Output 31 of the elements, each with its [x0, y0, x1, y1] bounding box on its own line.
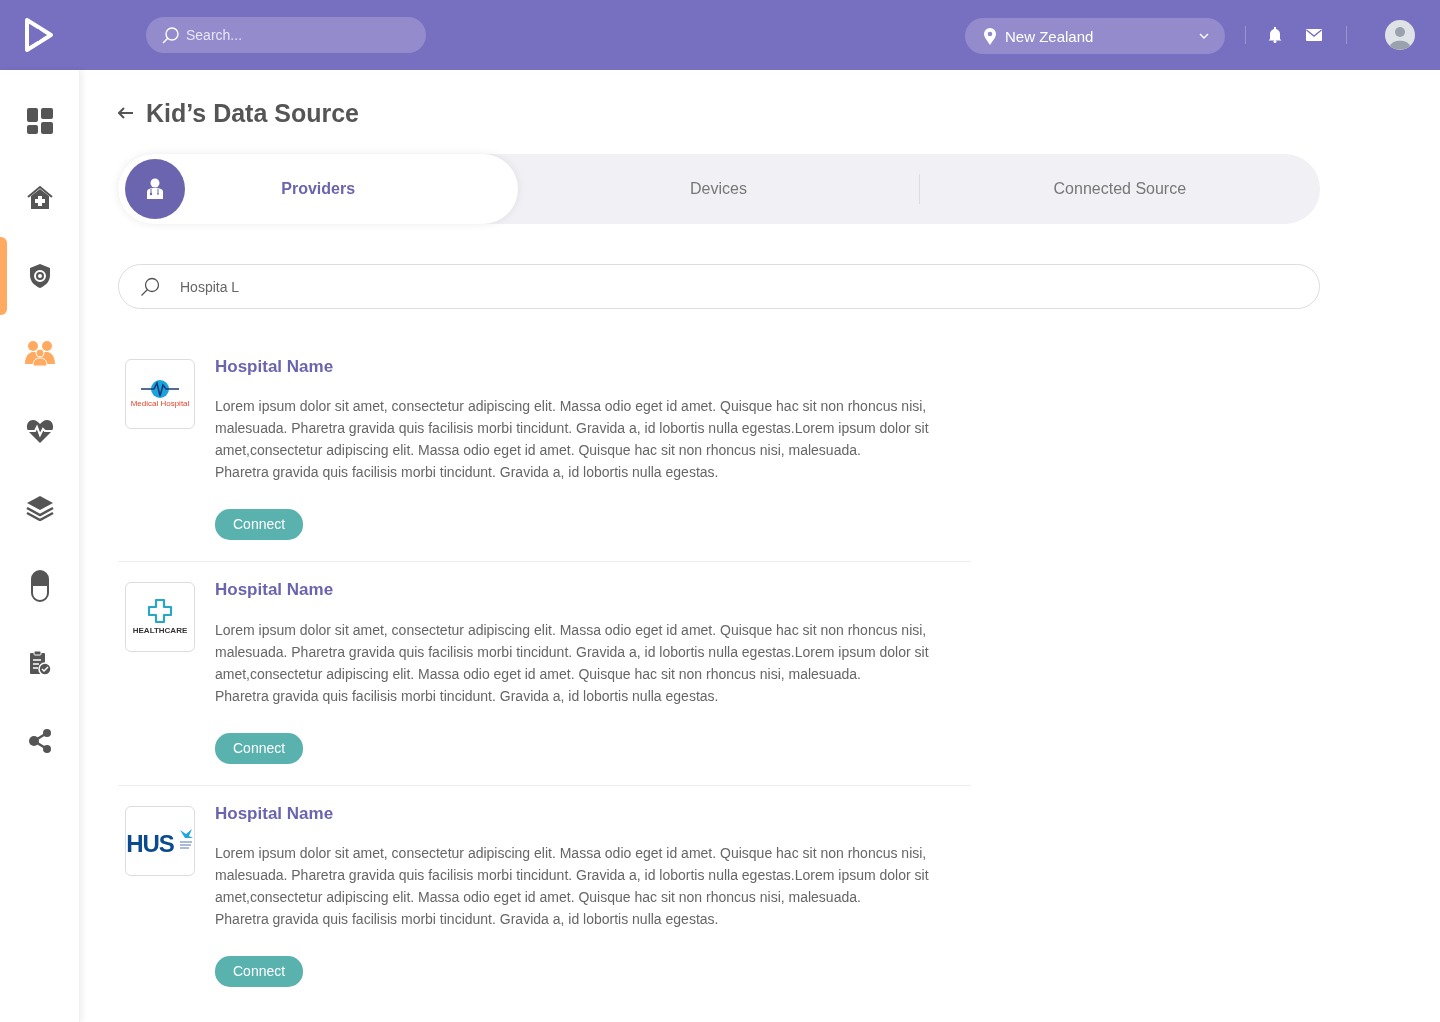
- connect-button[interactable]: Connect: [215, 732, 304, 764]
- hospital-description: Lorem ipsum dolor sit amet, consectetur adipiscing elit. Massa odio eget id amet. Quisque hac sit non rhoncus nisi, malesuada. Pharetra gravida quis facilisis morbi tincidunt. Gravida a, id lobortis nulla egestas.Lorem ipsum dolor sit amet,consectetur adipiscing elit. Massa odio eget id amet. Quisque hac sit non rhoncus nisi, malesuada. Pharetra gravida quis facilisis morbi tincidunt. Gravida a, id lobortis nulla egestas.: [215, 397, 930, 483]
- connect-button[interactable]: Connect: [215, 956, 304, 988]
- page-title: Kid’s Data Source: [146, 98, 360, 128]
- search-icon: [140, 276, 160, 297]
- mail-icon[interactable]: [1306, 29, 1322, 41]
- location-dropdown[interactable]: New Zealand: [965, 18, 1225, 54]
- connect-button[interactable]: Connect: [215, 509, 304, 541]
- hospital-description: Lorem ipsum dolor sit amet, consectetur adipiscing elit. Massa odio eget id amet. Quisque hac sit non rhoncus nisi, malesuada. Pharetra gravida quis facilisis morbi tincidunt. Gravida a, id lobortis nulla egestas.Lorem ipsum dolor sit amet,consectetur adipiscing elit. Massa odio eget id amet. Quisque hac sit non rhoncus nisi, malesuada. Pharetra gravida quis facilisis morbi tincidunt. Gravida a, id lobortis nulla egestas.: [215, 844, 930, 930]
- hospital-name: Hospital Name: [215, 357, 335, 378]
- chevron-down-icon: [1199, 33, 1209, 39]
- hospital-name: Hospital Name: [215, 803, 335, 825]
- search-field[interactable]: Search...: [146, 17, 426, 53]
- heartbeat-logo-icon: [140, 379, 180, 399]
- map-pin-icon: [983, 27, 997, 45]
- logo-text: Medical Hospital: [130, 399, 190, 409]
- tab[interactable]: Providers: [118, 154, 519, 224]
- back-arrow-icon[interactable]: [118, 107, 134, 119]
- app-logo-icon: [24, 17, 54, 53]
- logo-text: HUS: [126, 830, 174, 857]
- cross-logo-icon: [147, 598, 173, 625]
- search-icon: [162, 26, 180, 44]
- avatar-icon[interactable]: [1385, 20, 1415, 50]
- hospital-description: Lorem ipsum dolor sit amet, consectetur adipiscing elit. Massa odio eget id amet. Quisque hac sit non rhoncus nisi, malesuada. Pharetra gravida quis facilisis morbi tincidunt. Gravida a, id lobortis nulla egestas.Lorem ipsum dolor sit amet,consectetur adipiscing elit. Massa odio eget id amet. Quisque hac sit non rhoncus nisi, malesuada. Pharetra gravida quis facilisis morbi tincidunt. Gravida a, id lobortis nulla egestas.: [215, 620, 930, 706]
- bell-icon[interactable]: [1268, 27, 1282, 43]
- doctor-icon: [146, 178, 164, 200]
- tab[interactable]: Devices: [518, 154, 919, 224]
- logo-text: HEALTHCARE: [132, 626, 188, 637]
- tab[interactable]: Connected Source: [919, 154, 1320, 224]
- hospital-name: Hospital Name: [215, 580, 335, 601]
- search-field[interactable]: Hospita L: [118, 264, 1320, 309]
